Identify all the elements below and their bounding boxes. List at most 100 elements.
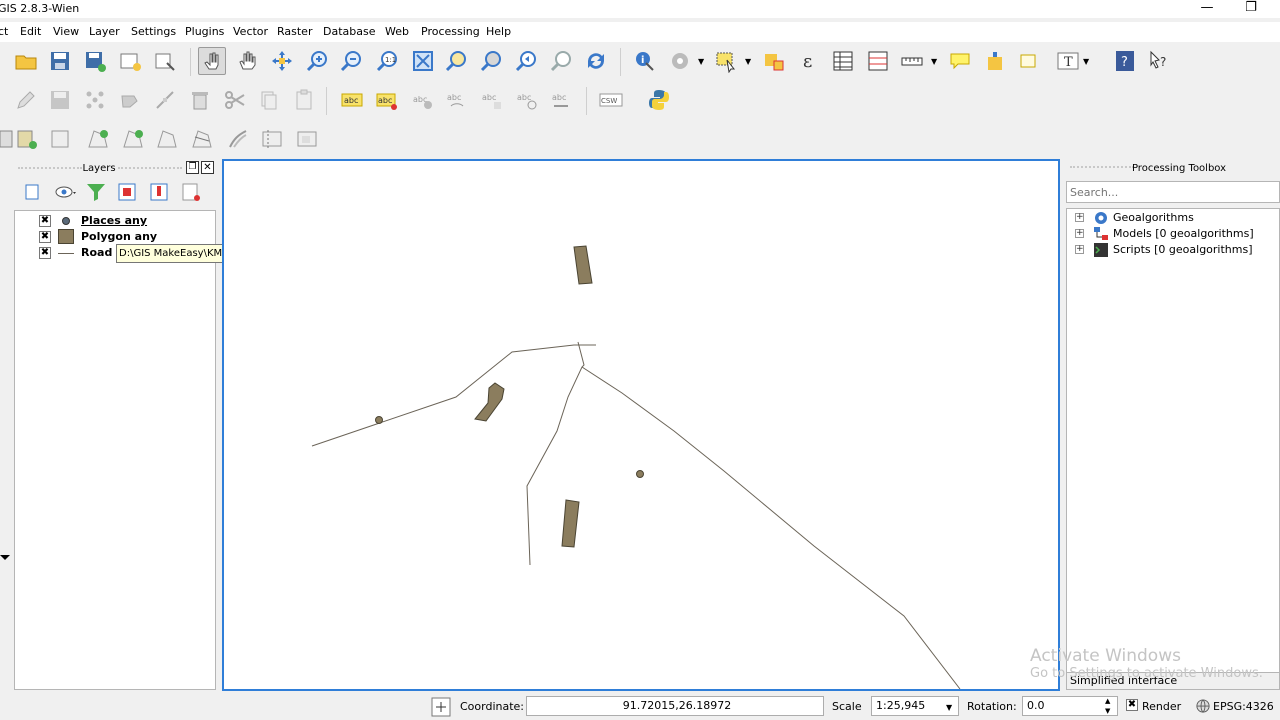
fill-ring-button[interactable] [84, 125, 112, 153]
actions-button[interactable] [666, 47, 694, 75]
layer-row-places[interactable]: ✖ Places any [15, 213, 215, 229]
float-panel-icon[interactable]: ❐ [186, 161, 199, 174]
move-feature-button[interactable] [116, 86, 144, 114]
layer-visibility-checkbox[interactable]: ✖ [39, 247, 51, 259]
measure-button[interactable] [898, 47, 926, 75]
offset-curve-button[interactable] [224, 125, 252, 153]
text-annotation-button[interactable]: T [1054, 47, 1082, 75]
zoom-last-button[interactable] [513, 47, 541, 75]
map-tips-button[interactable] [946, 47, 974, 75]
delete-selected-button[interactable] [186, 86, 214, 114]
add-feature-button[interactable] [81, 86, 109, 114]
minimize-button[interactable]: — [1192, 0, 1222, 18]
menu-vector[interactable]: Vector [233, 25, 268, 38]
new-print-composer-button[interactable] [116, 47, 144, 75]
menu-edit[interactable]: Edit [20, 25, 41, 38]
identify-button[interactable]: i [630, 47, 658, 75]
processing-search-input[interactable] [1066, 181, 1280, 203]
save-as-button[interactable] [81, 47, 109, 75]
expand-all-button[interactable] [113, 178, 141, 206]
menu-layer[interactable]: Layer [89, 25, 120, 38]
paste-features-button[interactable] [290, 86, 318, 114]
close-panel-icon[interactable]: ✕ [201, 161, 214, 174]
layer-labeling-button[interactable]: abc [338, 86, 366, 114]
show-hide-labels-button[interactable]: abc [443, 86, 471, 114]
zoom-in-button[interactable] [304, 47, 332, 75]
filter-legend-button[interactable] [82, 178, 110, 206]
add-group-button[interactable] [18, 178, 46, 206]
pan-map-button[interactable] [234, 47, 262, 75]
new-bookmark-button[interactable] [981, 47, 1009, 75]
restore-button[interactable]: ❐ [1236, 0, 1266, 18]
expand-icon[interactable]: + [1075, 213, 1084, 222]
pan-to-selection-button[interactable] [268, 47, 296, 75]
coordinate-field[interactable]: 91.72015,26.18972 [526, 696, 824, 716]
render-checkbox[interactable]: ✖ [1126, 699, 1138, 711]
pan-touch-button[interactable] [198, 47, 226, 75]
pin-labels-button[interactable]: abc [373, 86, 401, 114]
composer-manager-button[interactable] [151, 47, 179, 75]
expand-icon[interactable]: + [1075, 245, 1084, 254]
select-features-button[interactable] [712, 47, 740, 75]
dock-splitter-handle[interactable] [0, 555, 10, 560]
chevron-down-icon[interactable]: ▼ [698, 58, 706, 66]
zoom-out-button[interactable] [338, 47, 366, 75]
copy-features-button[interactable] [254, 86, 282, 114]
menu-web[interactable]: Web [385, 25, 409, 38]
globe-icon[interactable] [1196, 699, 1210, 713]
menu-raster[interactable]: Raster [277, 25, 312, 38]
csw-button[interactable]: CSW [597, 86, 625, 114]
expand-icon[interactable]: + [1075, 229, 1084, 238]
merge-features-button[interactable] [293, 125, 321, 153]
zoom-to-layer-button[interactable] [478, 47, 506, 75]
cut-features-button[interactable] [221, 86, 249, 114]
crs-label[interactable]: EPSG:4326 [1213, 700, 1274, 713]
highlight-pinned-button[interactable]: abc [409, 86, 437, 114]
add-part-button[interactable] [46, 125, 74, 153]
refresh-button[interactable] [582, 47, 610, 75]
remove-layer-button[interactable] [177, 178, 205, 206]
rotate-label-button[interactable]: abc [513, 86, 541, 114]
field-calculator-button[interactable]: ε [796, 47, 824, 75]
spin-down-icon[interactable]: ▼ [1105, 707, 1110, 715]
layer-visibility-checkbox[interactable]: ✖ [39, 231, 51, 243]
layer-visibility-checkbox[interactable]: ✖ [39, 215, 51, 227]
menu-help[interactable]: Help [486, 25, 511, 38]
deselect-button[interactable] [760, 47, 788, 75]
manage-visibility-button[interactable] [52, 178, 80, 206]
chevron-down-icon[interactable]: ▼ [745, 58, 753, 66]
toggle-editing-button[interactable] [12, 86, 40, 114]
delete-part-button[interactable] [153, 125, 181, 153]
annotation-button[interactable] [1015, 47, 1043, 75]
change-label-button[interactable]: abc [548, 86, 576, 114]
spin-up-icon[interactable]: ▲ [1105, 697, 1110, 705]
menu-settings[interactable]: Settings [131, 25, 176, 38]
chevron-down-icon[interactable]: ▼ [946, 703, 952, 712]
map-drawing[interactable] [224, 161, 1058, 689]
collapse-all-button[interactable] [145, 178, 173, 206]
open-project-button[interactable] [12, 47, 40, 75]
statistics-button[interactable] [864, 47, 892, 75]
zoom-next-button[interactable] [548, 47, 576, 75]
chevron-down-icon[interactable]: ▼ [931, 58, 939, 66]
tree-item-scripts[interactable]: + Scripts [0 geoalgorithms] [1071, 242, 1279, 258]
rotation-spinbox[interactable]: 0.0 [1022, 696, 1118, 716]
chevron-down-icon[interactable]: ▼ [1083, 58, 1091, 66]
attribute-table-button[interactable] [829, 47, 857, 75]
menu-project[interactable]: ct [0, 25, 8, 38]
toggle-extents-icon[interactable] [431, 697, 451, 717]
save-project-button[interactable] [46, 47, 74, 75]
split-features-button[interactable] [258, 125, 286, 153]
whats-this-button[interactable]: ? [1145, 47, 1173, 75]
node-tool-button[interactable] [151, 86, 179, 114]
help-button[interactable]: ? [1111, 47, 1139, 75]
zoom-native-button[interactable]: 1:1 [374, 47, 402, 75]
save-edits-button[interactable] [46, 86, 74, 114]
zoom-to-selection-button[interactable] [443, 47, 471, 75]
map-canvas[interactable] [222, 159, 1060, 691]
menu-view[interactable]: View [53, 25, 79, 38]
tree-item-models[interactable]: + Models [0 geoalgorithms] [1071, 226, 1279, 242]
delete-ring-button[interactable] [119, 125, 147, 153]
add-ring-button[interactable] [12, 125, 40, 153]
tree-item-geoalgorithms[interactable]: + Geoalgorithms [1071, 210, 1279, 226]
